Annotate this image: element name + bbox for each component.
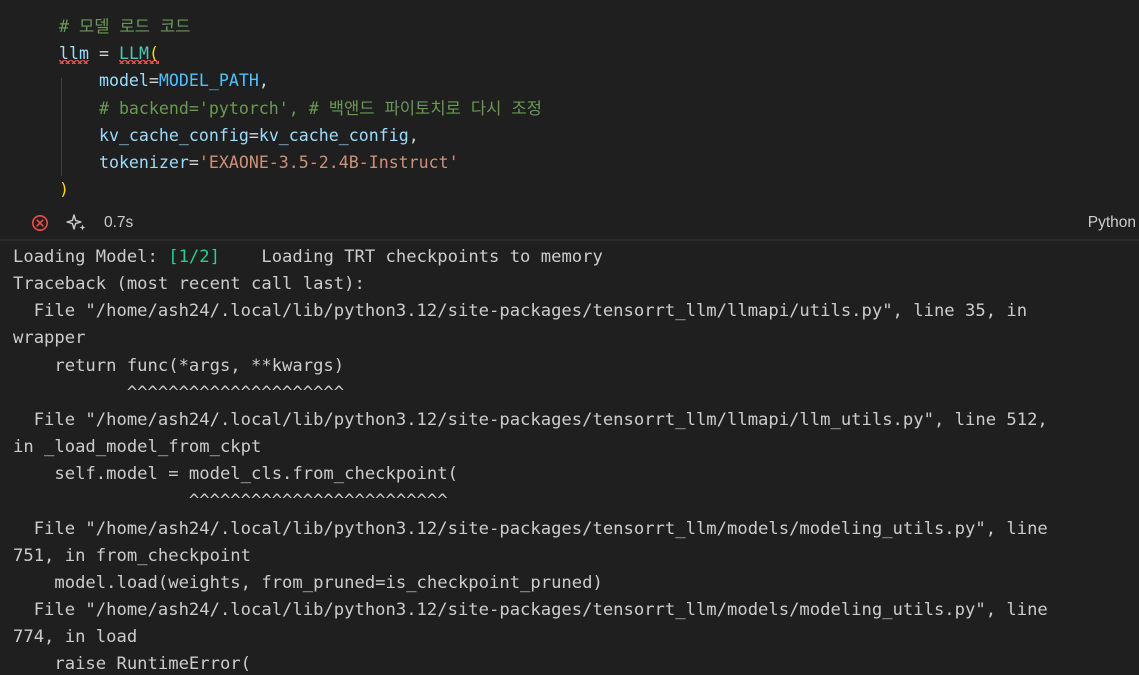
output-line: model.load(weights, from_pruned=is_check… xyxy=(13,570,603,597)
code-line: # 모델 로드 코드 xyxy=(59,13,191,40)
code-token: ( xyxy=(148,44,159,64)
notebook-view: # 모델 로드 코드 llm = LLM( model=MODEL_PATH, #… xyxy=(0,0,1139,675)
output-line: raise RuntimeError( xyxy=(13,651,251,675)
progress-indicator: [1/2] xyxy=(168,247,220,267)
cell-language[interactable]: Python xyxy=(1088,213,1136,233)
output-text: ^^^^^^^^^^^^^^^^^^^^^^^^^ xyxy=(13,491,448,512)
output-line: ^^^^^^^^^^^^^^^^^^^^^^^^^ xyxy=(13,488,448,515)
output-text: self.model = model_cls.from_checkpoint( xyxy=(13,464,458,485)
execution-time: 0.7s xyxy=(104,214,134,231)
output-line: Traceback (most recent call last): xyxy=(13,271,365,298)
code-token: = xyxy=(88,44,119,64)
code-token: = xyxy=(148,71,159,91)
code-line: kv_cache_config=kv_cache_config, xyxy=(59,122,419,149)
output-text: File "/home/ash24/.local/lib/python3.12/… xyxy=(13,599,1048,620)
code-token: kv_cache_config xyxy=(258,125,409,145)
output-text: 774, in load xyxy=(13,627,138,648)
output-line: in _load_model_from_ckpt xyxy=(13,434,261,461)
output-text: File "/home/ash24/.local/lib/python3.12/… xyxy=(13,301,1028,322)
code-token: = xyxy=(188,153,199,172)
code-line: llm = LLM( xyxy=(59,40,159,67)
output-line: File "/home/ash24/.local/lib/python3.12/… xyxy=(13,597,1048,624)
cell-status-bar: 0.7s Python xyxy=(0,207,1139,240)
error-circle-icon[interactable] xyxy=(31,214,49,232)
code-token: = xyxy=(248,125,259,145)
code-token: kv_cache_config xyxy=(59,125,249,145)
output-text: Loading TRT checkpoints to memory xyxy=(219,247,603,267)
output-line: File "/home/ash24/.local/lib/python3.12/… xyxy=(13,516,1048,543)
output-text: File "/home/ash24/.local/lib/python3.12/… xyxy=(13,518,1048,539)
code-token: model xyxy=(59,71,149,91)
output-line: return func(*args, **kwargs) xyxy=(13,353,344,380)
output-line: 751, in from_checkpoint xyxy=(13,543,251,570)
code-token: # backend='pytorch', # 백앤드 파이토치로 다시 조정 xyxy=(59,98,542,118)
output-text: wrapper xyxy=(13,328,86,349)
code-token: MODEL_PATH xyxy=(158,71,259,91)
output-line: ^^^^^^^^^^^^^^^^^^^^^ xyxy=(13,380,344,407)
output-line: self.model = model_cls.from_checkpoint( xyxy=(13,461,458,488)
output-line: 774, in load xyxy=(13,624,137,651)
output-line: wrapper xyxy=(13,325,85,352)
output-text: raise RuntimeError( xyxy=(13,654,251,675)
code-token: , xyxy=(258,71,269,91)
sparkle-icon[interactable] xyxy=(66,212,88,234)
output-line: Loading Model: [1/2] Loading TRT checkpo… xyxy=(13,244,603,271)
code-cell[interactable]: # 모델 로드 코드 llm = LLM( model=MODEL_PATH, #… xyxy=(0,0,1139,241)
output-text: 751, in from_checkpoint xyxy=(13,545,251,566)
code-editor[interactable]: # 모델 로드 코드 llm = LLM( model=MODEL_PATH, #… xyxy=(0,0,1139,207)
code-token: # 모델 로드 코드 xyxy=(59,17,191,36)
output-text: model.load(weights, from_pruned=is_check… xyxy=(13,572,603,593)
code-token: ) xyxy=(59,180,69,200)
output-text: return func(*args, **kwargs) xyxy=(13,355,345,376)
output-text: Loading Model: xyxy=(13,247,169,267)
code-line: tokenizer='EXAONE-3.5-2.4B-Instruct' xyxy=(59,149,459,176)
code-token: 'EXAONE-3.5-2.4B-Instruct' xyxy=(198,153,459,172)
cell-output: Loading Model: [1/2] Loading TRT checkpo… xyxy=(0,241,1139,675)
code-line: model=MODEL_PATH, xyxy=(59,67,269,94)
code-token: LLM xyxy=(118,44,149,64)
output-line: File "/home/ash24/.local/lib/python3.12/… xyxy=(13,298,1027,325)
output-text: File "/home/ash24/.local/lib/python3.12/… xyxy=(13,409,1048,430)
code-token: , xyxy=(408,125,419,145)
code-token: llm xyxy=(59,44,89,64)
code-line: ) xyxy=(59,176,69,203)
output-text: ^^^^^^^^^^^^^^^^^^^^^ xyxy=(13,382,345,403)
code-line: # backend='pytorch', # 백앤드 파이토치로 다시 조정 xyxy=(59,95,542,122)
output-text: in _load_model_from_ckpt xyxy=(13,437,262,458)
code-token: tokenizer xyxy=(59,153,189,172)
output-line: File "/home/ash24/.local/lib/python3.12/… xyxy=(13,407,1048,434)
output-text: Traceback (most recent call last): xyxy=(13,274,365,295)
